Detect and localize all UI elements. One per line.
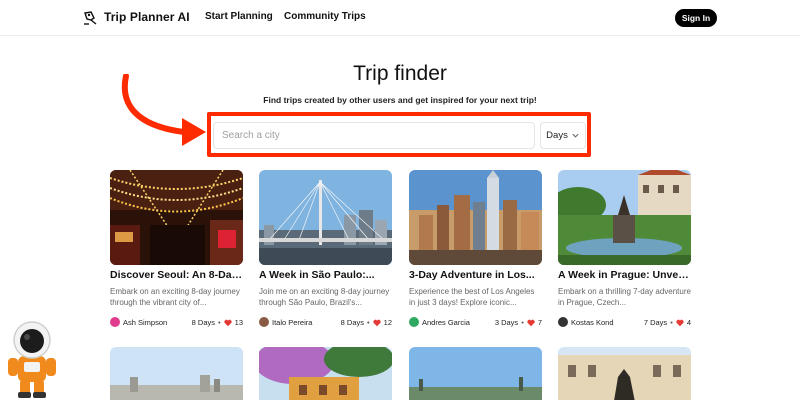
heart-icon[interactable] xyxy=(224,319,232,327)
avatar xyxy=(110,317,120,327)
heart-icon[interactable] xyxy=(527,319,535,327)
trip-meta: Italo Pereira 8 Days • 12 xyxy=(259,317,392,329)
trip-title[interactable]: Discover Seoul: An 8-Day... xyxy=(110,269,243,281)
like-count: 4 xyxy=(686,318,691,327)
trip-title[interactable]: 3-Day Adventure in Los... xyxy=(409,269,542,281)
trip-meta: Andres Garcia 3 Days • 7 xyxy=(409,317,542,329)
city-search-input[interactable] xyxy=(213,122,535,149)
trip-description: Join me on an exciting 8-day journey thr… xyxy=(259,287,390,307)
trip-planner-logo-icon[interactable] xyxy=(82,9,100,27)
heart-icon[interactable] xyxy=(373,319,381,327)
trip-image-sao-paulo xyxy=(259,170,392,265)
annotation-arrow-icon xyxy=(121,74,206,146)
days-dropdown-label: Days xyxy=(546,130,568,141)
days-dropdown[interactable]: Days xyxy=(540,122,586,149)
trip-days: 3 Days xyxy=(494,318,519,327)
author-name[interactable]: Kostas Kond xyxy=(571,318,614,327)
separator-dot: • xyxy=(521,318,524,327)
trip-image xyxy=(409,347,542,400)
avatar xyxy=(558,317,568,327)
separator-dot: • xyxy=(367,318,370,327)
trip-image-prague xyxy=(558,170,691,265)
trip-description: Embark on a thrilling 7-day adventure in… xyxy=(558,287,691,307)
trip-days: 7 Days xyxy=(643,318,668,327)
trip-days: 8 Days xyxy=(191,318,216,327)
avatar xyxy=(409,317,419,327)
chevron-down-icon xyxy=(572,133,579,138)
trip-image-los-angeles xyxy=(409,170,542,265)
trip-meta: Kostas Kond 7 Days • 4 xyxy=(558,317,691,329)
like-count: 12 xyxy=(383,318,392,327)
author-name[interactable]: Andres Garcia xyxy=(422,318,470,327)
brand-name[interactable]: Trip Planner AI xyxy=(104,10,190,24)
nav-community-trips[interactable]: Community Trips xyxy=(284,11,366,22)
author-name[interactable]: Ash Simpson xyxy=(123,318,167,327)
top-nav: Trip Planner AI Start Planning Community… xyxy=(0,0,800,36)
sign-in-button[interactable]: Sign In xyxy=(675,9,717,27)
trip-days: 8 Days xyxy=(340,318,365,327)
trip-image-seoul xyxy=(110,170,243,265)
trip-description: Experience the best of Los Angeles in ju… xyxy=(409,287,535,307)
separator-dot: • xyxy=(218,318,221,327)
trip-meta: Ash Simpson 8 Days • 13 xyxy=(110,317,243,329)
astronaut-mascot-icon[interactable] xyxy=(4,318,60,400)
trip-title[interactable]: A Week in São Paulo:... xyxy=(259,269,392,281)
avatar xyxy=(259,317,269,327)
trip-image xyxy=(110,347,243,400)
like-count: 13 xyxy=(234,318,243,327)
like-count: 7 xyxy=(537,318,542,327)
trip-image xyxy=(259,347,392,400)
nav-start-planning[interactable]: Start Planning xyxy=(205,11,273,22)
trip-description: Embark on an exciting 8-day journey thro… xyxy=(110,287,240,307)
heart-icon[interactable] xyxy=(676,319,684,327)
author-name[interactable]: Italo Pereira xyxy=(272,318,312,327)
trip-title[interactable]: A Week in Prague: Unveilin... xyxy=(558,269,691,281)
separator-dot: • xyxy=(670,318,673,327)
trip-image xyxy=(558,347,691,400)
